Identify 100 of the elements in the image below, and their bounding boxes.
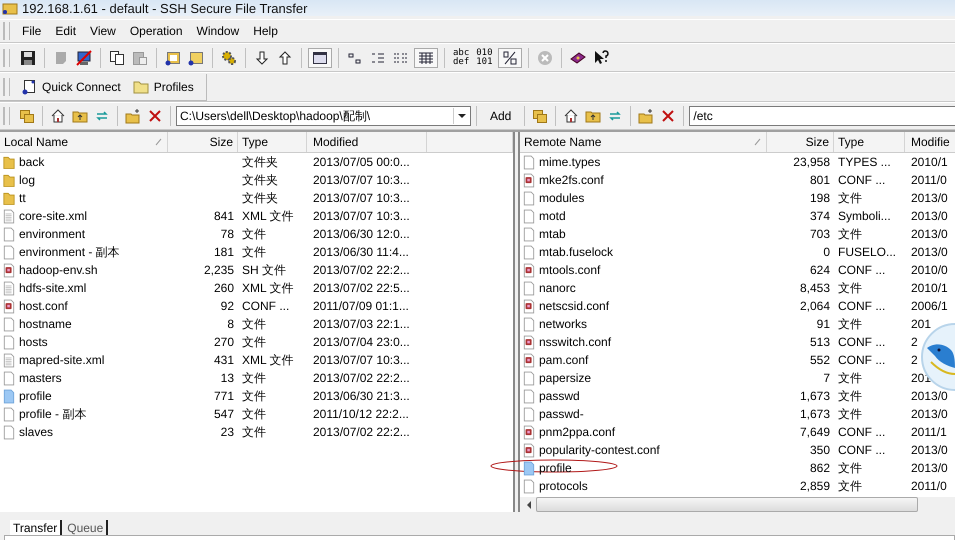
file-type: 文件: [838, 406, 862, 422]
file-modified: 2013/07/07 10:3...: [313, 353, 410, 367]
file-type: Symboli...: [838, 209, 891, 223]
file-name[interactable]: environment - 副本: [19, 244, 120, 260]
file-modified: 2011/0: [911, 173, 947, 187]
file-icon: [3, 334, 15, 350]
file-size: 801: [810, 173, 830, 187]
file-name[interactable]: mke2fs.conf: [539, 173, 604, 187]
quick-connect-button[interactable]: Quick Connect: [15, 78, 127, 94]
file-modified: 2011/10/12 22:2...: [313, 407, 409, 421]
menu-item[interactable]: Window: [190, 24, 246, 38]
file-icon: [523, 154, 535, 170]
disconnect-icon[interactable]: [74, 48, 94, 68]
file-name[interactable]: tt: [19, 191, 26, 205]
file-icon: [3, 316, 15, 332]
file-name[interactable]: hdfs-site.xml: [19, 281, 86, 295]
file-name[interactable]: networks: [539, 317, 588, 331]
file-name[interactable]: popularity-contest.conf: [539, 443, 660, 457]
file-type: 文件: [242, 370, 266, 386]
file-type: XML 文件: [242, 208, 294, 224]
file-modified: 2013/0: [911, 461, 948, 475]
file-modified: 2010/1: [911, 155, 948, 169]
remote-path-field[interactable]: /etc: [689, 106, 955, 126]
file-modified: 2006/1: [911, 299, 948, 313]
config-file-icon: [523, 172, 535, 188]
file-modified: 2013/07/03 22:1...: [313, 317, 410, 331]
file-name[interactable]: host.conf: [19, 299, 68, 313]
menu-item[interactable]: Operation: [122, 24, 190, 38]
file-name[interactable]: back: [19, 155, 44, 169]
file-name[interactable]: nanorc: [539, 281, 576, 295]
file-name[interactable]: slaves: [19, 425, 54, 439]
app-icon: [2, 1, 18, 15]
file-name[interactable]: mapred-site.xml: [19, 353, 104, 367]
column-header[interactable]: Remote Name: [520, 132, 767, 152]
menu-item[interactable]: View: [83, 24, 123, 38]
file-name[interactable]: hosts: [19, 335, 48, 349]
window-icon[interactable]: [308, 48, 332, 68]
file-type: 文件: [242, 388, 266, 404]
file-type: 文件: [838, 370, 862, 386]
toolbar-grip[interactable]: [3, 48, 10, 66]
file-name[interactable]: protocols: [539, 479, 588, 493]
scroll-left-icon[interactable]: [526, 500, 532, 508]
add-button[interactable]: Add: [482, 109, 520, 123]
file-name[interactable]: motd: [539, 209, 566, 223]
file-name[interactable]: profile: [539, 461, 572, 475]
local-path-field[interactable]: C:\Users\dell\Desktop\hadoop\配制\: [176, 106, 471, 126]
file-icon: [3, 226, 15, 242]
file-type: 文件: [838, 190, 862, 206]
profiles-button[interactable]: Profiles: [126, 78, 200, 94]
file-name[interactable]: profile - 副本: [19, 406, 86, 422]
file-name[interactable]: pam.conf: [539, 353, 588, 367]
file-name[interactable]: mtab.fuselock: [539, 245, 614, 259]
file-modified: 2013/07/04 23:0...: [313, 335, 410, 349]
transfer-mode-button[interactable]: abc def: [451, 48, 472, 66]
file-name[interactable]: profile: [19, 389, 52, 403]
file-type: 文件: [242, 406, 266, 422]
file-size: 1,673: [800, 389, 830, 403]
file-name[interactable]: environment: [19, 227, 86, 241]
file-type: CONF ...: [838, 263, 886, 277]
file-name[interactable]: modules: [539, 191, 584, 205]
transfer-mode-button[interactable]: 010 101: [474, 48, 495, 66]
details-view-icon[interactable]: [414, 48, 438, 68]
file-name[interactable]: hostname: [19, 317, 72, 331]
column-header[interactable]: Local Name: [0, 132, 168, 152]
column-header[interactable]: Size: [168, 132, 238, 152]
file-name[interactable]: papersize: [539, 371, 592, 385]
file-icon: [523, 226, 535, 242]
file-name[interactable]: log: [19, 173, 36, 187]
toolbar-grip[interactable]: [3, 78, 10, 96]
column-header[interactable]: Modified: [307, 132, 427, 152]
column-header[interactable]: Modifie: [905, 132, 955, 152]
file-size: 771: [214, 389, 234, 403]
file-name[interactable]: core-site.xml: [19, 209, 88, 223]
sort-icon: [754, 138, 762, 146]
menu-item[interactable]: Help: [246, 24, 285, 38]
column-header[interactable]: Type: [834, 132, 905, 152]
file-icon: [523, 370, 535, 386]
column-header[interactable]: Type: [238, 132, 307, 152]
menu-item[interactable]: Edit: [48, 24, 84, 38]
file-name[interactable]: mime.types: [539, 155, 600, 169]
file-name[interactable]: nsswitch.conf: [539, 335, 612, 349]
file-name[interactable]: passwd: [539, 389, 580, 403]
file-name[interactable]: mtab: [539, 227, 566, 241]
file-name[interactable]: passwd-: [539, 407, 584, 421]
auto-mode-icon[interactable]: [498, 48, 522, 68]
file-name[interactable]: hadoop-env.sh: [19, 263, 98, 277]
file-name[interactable]: netscsid.conf: [539, 299, 610, 313]
config-file-icon: [3, 298, 15, 314]
file-type: 文件: [242, 244, 266, 260]
column-header[interactable]: Size: [767, 132, 834, 152]
tab[interactable]: Transfer: [10, 520, 62, 536]
text-file-icon: [3, 208, 15, 224]
file-name[interactable]: pnm2ppa.conf: [539, 425, 616, 439]
file-modified: 2013/07/02 22:2...: [313, 371, 410, 385]
file-modified: 2013/0: [911, 407, 948, 421]
file-name[interactable]: masters: [19, 371, 62, 385]
toolbar-grip[interactable]: [3, 107, 10, 125]
file-name[interactable]: mtools.conf: [539, 263, 600, 277]
menu-item[interactable]: File: [15, 24, 48, 38]
toolbar-grip[interactable]: [3, 22, 10, 40]
